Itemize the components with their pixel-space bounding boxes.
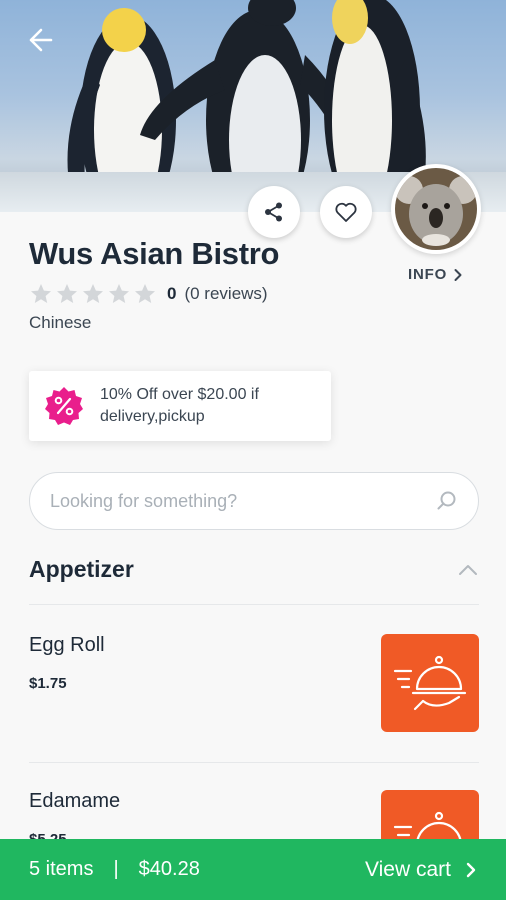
- chevron-right-icon: [454, 268, 462, 281]
- cart-summary: 5 items | $40.28: [29, 858, 200, 881]
- heart-icon: [335, 202, 357, 222]
- menu-item[interactable]: Egg Roll $1.75: [29, 634, 479, 734]
- view-cart-button[interactable]: View cart: [365, 858, 477, 882]
- promo-text: 10% Off over $20.00 if delivery,pickup: [100, 384, 259, 428]
- star-icon: [135, 284, 155, 303]
- chevron-up-icon[interactable]: [457, 563, 479, 577]
- search-icon[interactable]: [436, 490, 458, 512]
- star-icon: [31, 284, 51, 303]
- star-icon: [83, 284, 103, 303]
- divider: [29, 604, 479, 605]
- restaurant-name: Wus Asian Bistro: [29, 236, 280, 271]
- star-icon: [109, 284, 129, 303]
- reviews-count[interactable]: (0 reviews): [184, 284, 267, 304]
- divider: [29, 762, 479, 763]
- percent-badge-icon: [45, 387, 83, 425]
- promo-card[interactable]: 10% Off over $20.00 if delivery,pickup: [29, 371, 331, 441]
- share-icon: [265, 202, 282, 222]
- section-title: Appetizer: [29, 556, 134, 582]
- search-bar[interactable]: [29, 472, 479, 530]
- view-cart-bar[interactable]: 5 items | $40.28 View cart: [0, 839, 506, 900]
- cuisine-label: Chinese: [29, 313, 92, 332]
- view-cart-label: View cart: [365, 857, 451, 881]
- food-cloche-icon: [393, 655, 467, 711]
- back-button[interactable]: [22, 22, 58, 58]
- rating-value: 0: [167, 284, 177, 303]
- info-link[interactable]: INFO: [408, 266, 463, 283]
- back-arrow-icon: [29, 28, 53, 52]
- cart-separator: |: [113, 858, 119, 880]
- star-icon: [57, 284, 77, 303]
- cart-total: $40.28: [138, 858, 200, 880]
- search-input[interactable]: [50, 490, 436, 512]
- section-header-appetizer[interactable]: Appetizer: [29, 556, 479, 583]
- koala-image: [395, 168, 477, 250]
- promo-line-1: 10% Off over $20.00 if: [100, 386, 259, 403]
- rating-row: 0 (0 reviews): [29, 282, 268, 306]
- restaurant-avatar: [391, 164, 481, 254]
- info-label: INFO: [408, 266, 448, 283]
- promo-line-2: delivery,pickup: [100, 408, 205, 425]
- chevron-right-icon: [466, 862, 476, 877]
- menu-item-thumbnail: [381, 634, 479, 732]
- favorite-button[interactable]: [320, 186, 372, 238]
- share-button[interactable]: [248, 186, 300, 238]
- cart-items-count: 5 items: [29, 858, 94, 880]
